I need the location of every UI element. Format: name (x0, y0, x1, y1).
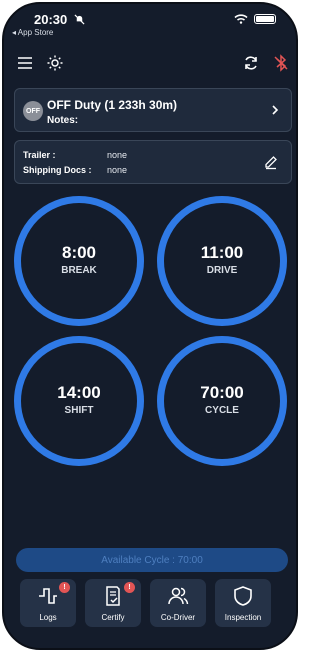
available-cycle-bar: Available Cycle : 70:00 (16, 548, 288, 572)
status-bar: 20:30 ◂ App Store (4, 4, 296, 44)
chevron-right-icon (272, 105, 279, 115)
inspection-label: Inspection (224, 613, 262, 622)
shipping-docs-value: none (107, 165, 128, 175)
logs-alert-badge: ! (59, 582, 70, 593)
brightness-icon[interactable] (46, 54, 64, 72)
co-driver-label: Co-Driver (160, 613, 196, 622)
edit-icon[interactable] (263, 154, 279, 170)
co-driver-button[interactable]: Co-Driver (150, 579, 206, 627)
logs-icon (39, 588, 57, 604)
menu-icon[interactable] (16, 54, 34, 72)
certify-icon (106, 586, 120, 606)
certify-label: Certify (101, 613, 125, 622)
inspection-button[interactable]: Inspection (215, 579, 271, 627)
status-icons (234, 14, 276, 24)
shift-timer-value: 14:00 (57, 383, 101, 402)
wifi-icon (234, 14, 248, 24)
drive-timer-label: DRIVE (206, 265, 238, 276)
duty-status-title: OFF Duty (1 233h 30m) (47, 98, 178, 112)
cycle-timer-ring: 70:00 CYCLE (157, 336, 287, 466)
battery-icon (254, 14, 276, 24)
certify-button[interactable]: ! Certify (85, 579, 141, 627)
shipping-docs-label: Shipping Docs : (23, 165, 92, 175)
break-timer-value: 8:00 (61, 243, 97, 262)
trailer-card: Trailer : none Shipping Docs : none (14, 140, 292, 184)
toolbar (4, 50, 296, 76)
bluetooth-off-icon[interactable] (272, 54, 290, 72)
cycle-timer-value: 70:00 (200, 383, 244, 402)
back-to-app-store-link[interactable]: ◂ App Store (12, 28, 53, 37)
duty-status-card[interactable]: OFF OFF Duty (1 233h 30m) Notes: (14, 88, 292, 132)
trailer-label: Trailer : (23, 150, 56, 160)
certify-alert-badge: ! (124, 582, 135, 593)
status-time: 20:30 (34, 12, 68, 27)
trailer-value: none (107, 150, 128, 160)
logs-label: Logs (39, 613, 57, 622)
bell-off-icon (74, 14, 85, 25)
drive-timer-value: 11:00 (200, 243, 244, 262)
break-timer-ring: 8:00 BREAK (14, 196, 144, 326)
sync-icon[interactable] (242, 54, 260, 72)
shift-timer-label: SHIFT (64, 405, 94, 416)
phone-screen: 20:30 ◂ App Store OFF OFF Duty (1 233h 3… (2, 2, 298, 650)
duty-notes-label: Notes: (47, 115, 79, 126)
cycle-timer-label: CYCLE (205, 405, 239, 416)
break-timer-label: BREAK (61, 265, 97, 276)
drive-timer-ring: 11:00 DRIVE (157, 196, 287, 326)
co-driver-icon (168, 587, 189, 605)
logs-button[interactable]: ! Logs (20, 579, 76, 627)
inspection-icon (234, 586, 252, 606)
off-duty-badge: OFF (23, 101, 43, 121)
shift-timer-ring: 14:00 SHIFT (14, 336, 144, 466)
